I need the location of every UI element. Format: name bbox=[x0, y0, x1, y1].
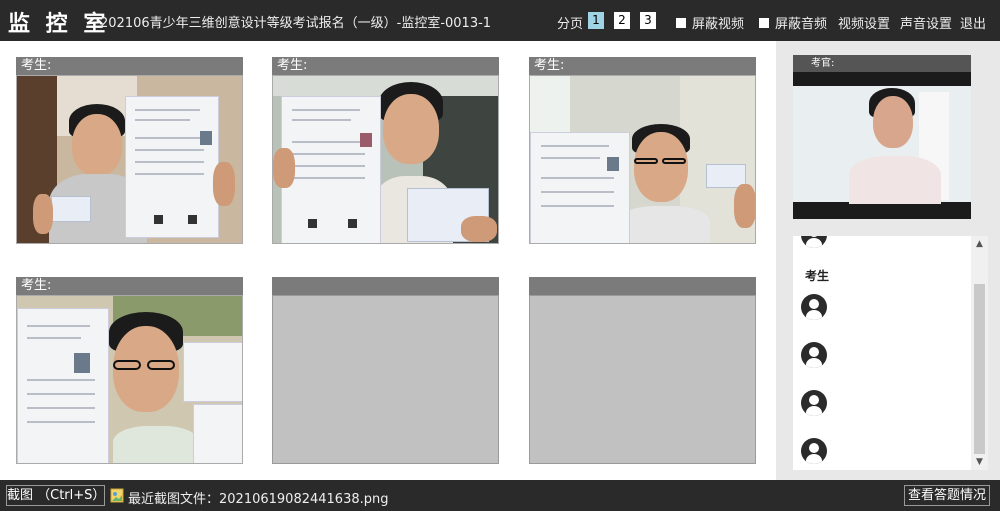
candidate-tile-4[interactable]: 考生: bbox=[16, 277, 243, 466]
candidate-roster: 考生 ▲ ▼ bbox=[793, 236, 988, 470]
roster-list: 考生 bbox=[793, 236, 971, 470]
audio-settings-link[interactable]: 声音设置 bbox=[900, 13, 952, 32]
page-3-button[interactable]: 3 bbox=[640, 12, 656, 29]
candidate-tile-5[interactable] bbox=[272, 277, 499, 466]
mute-audio-checkbox[interactable]: 屏蔽音频 bbox=[759, 13, 827, 32]
candidate-tile-6[interactable] bbox=[529, 277, 756, 466]
checkbox-icon bbox=[759, 17, 769, 28]
video-settings-link[interactable]: 视频设置 bbox=[838, 13, 890, 32]
examiner-header: 考官: bbox=[793, 55, 971, 72]
recent-screenshot-file: 20210619082441638.png bbox=[219, 492, 389, 507]
scroll-thumb[interactable] bbox=[974, 284, 985, 454]
examiner-video bbox=[793, 72, 971, 219]
candidate-tile-1[interactable]: 考生: bbox=[16, 57, 243, 246]
candidate-video bbox=[529, 75, 756, 244]
page-2-button[interactable]: 2 bbox=[614, 12, 630, 29]
tile-header bbox=[272, 277, 499, 295]
candidate-tile-2[interactable]: 考生: bbox=[272, 57, 499, 246]
top-bar: 监 控 室 202106青少年三维创意设计等级考试报名（一级）-监控室-0013… bbox=[0, 0, 1000, 41]
user-avatar-icon[interactable] bbox=[801, 438, 827, 464]
recent-screenshot-prefix: 最近截图文件： bbox=[128, 492, 220, 507]
mute-video-label: 屏蔽视频 bbox=[692, 17, 745, 32]
empty-video-slot bbox=[529, 295, 756, 464]
user-avatar-icon[interactable] bbox=[801, 342, 827, 368]
roster-section-label: 考生 bbox=[805, 269, 830, 283]
exam-title: 202106青少年三维创意设计等级考试报名（一级）-监控室-0013-1 bbox=[100, 16, 492, 31]
user-avatar-icon[interactable] bbox=[801, 390, 827, 416]
mute-audio-label: 屏蔽音频 bbox=[775, 17, 828, 32]
tile-header: 考生: bbox=[16, 57, 243, 75]
scroll-up-arrow-icon[interactable]: ▲ bbox=[971, 236, 988, 252]
main-area: 考生: 考生: 考生: 考生: 考官: 考生 ▲ ▼ bbox=[0, 41, 1000, 480]
candidate-video bbox=[16, 75, 243, 244]
tile-header: 考生: bbox=[529, 57, 756, 75]
exit-link[interactable]: 退出 bbox=[960, 13, 986, 32]
page-1-button[interactable]: 1 bbox=[588, 12, 604, 29]
recent-screenshot-info: 最近截图文件：20210619082441638.png bbox=[128, 488, 389, 507]
roster-scrollbar[interactable]: ▲ ▼ bbox=[971, 236, 988, 470]
pager-label: 分页 bbox=[557, 17, 584, 32]
empty-video-slot bbox=[272, 295, 499, 464]
candidate-grid: 考生: 考生: 考生: 考生: bbox=[0, 41, 776, 480]
screenshot-button[interactable]: 截图 （Ctrl+S） bbox=[6, 485, 105, 506]
mute-video-checkbox[interactable]: 屏蔽视频 bbox=[676, 13, 744, 32]
user-avatar-icon[interactable] bbox=[801, 294, 827, 320]
examiner-tile[interactable]: 考官: bbox=[793, 55, 971, 219]
user-avatar-icon bbox=[801, 236, 827, 248]
checkbox-icon bbox=[676, 17, 686, 28]
scroll-down-arrow-icon[interactable]: ▼ bbox=[971, 454, 988, 470]
tile-header bbox=[529, 277, 756, 295]
tile-header: 考生: bbox=[272, 57, 499, 75]
image-file-icon bbox=[110, 488, 124, 503]
right-panel: 考官: 考生 ▲ ▼ bbox=[776, 41, 1000, 480]
view-answers-button[interactable]: 查看答题情况 bbox=[904, 485, 990, 506]
candidate-tile-3[interactable]: 考生: bbox=[529, 57, 756, 246]
candidate-video bbox=[272, 75, 499, 244]
tile-header: 考生: bbox=[16, 277, 243, 295]
bottom-bar: 截图 （Ctrl+S） 最近截图文件：20210619082441638.png… bbox=[0, 480, 1000, 511]
candidate-video bbox=[16, 295, 243, 464]
app-logo: 监 控 室 bbox=[8, 12, 110, 37]
